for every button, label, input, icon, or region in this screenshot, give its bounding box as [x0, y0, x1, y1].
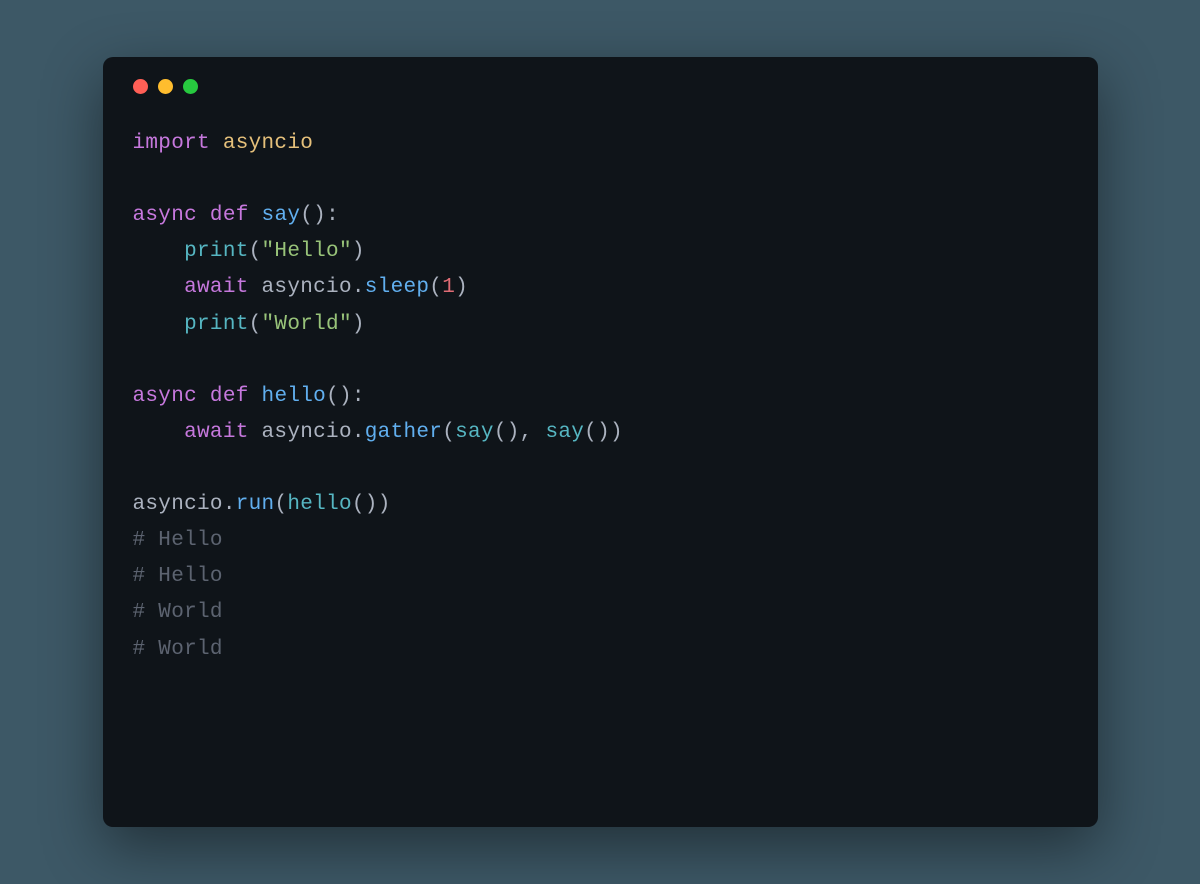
- colon: :: [326, 204, 339, 227]
- module-asyncio: asyncio: [223, 132, 313, 155]
- window-controls: [133, 79, 1068, 94]
- string-world: "World": [262, 313, 352, 336]
- call-hello: hello: [287, 493, 352, 516]
- code-window: import asyncio async def say(): print("H…: [103, 57, 1098, 827]
- call-print: print: [184, 240, 249, 263]
- method-sleep: sleep: [365, 276, 430, 299]
- module-asyncio: asyncio: [262, 276, 352, 299]
- comment-line: # Hello: [133, 529, 223, 552]
- comment-line: # World: [133, 601, 223, 624]
- module-asyncio: asyncio: [133, 493, 223, 516]
- call-print: print: [184, 313, 249, 336]
- paren-open: (: [300, 204, 313, 227]
- module-asyncio: asyncio: [262, 421, 352, 444]
- keyword-def: def: [210, 385, 249, 408]
- keyword-def: def: [210, 204, 249, 227]
- comment-line: # World: [133, 638, 223, 661]
- number-1: 1: [442, 276, 455, 299]
- method-run: run: [236, 493, 275, 516]
- maximize-icon[interactable]: [183, 79, 198, 94]
- keyword-await: await: [184, 276, 249, 299]
- call-say: say: [455, 421, 494, 444]
- minimize-icon[interactable]: [158, 79, 173, 94]
- comma: ,: [520, 421, 546, 444]
- paren-close: ): [313, 204, 326, 227]
- keyword-await: await: [184, 421, 249, 444]
- function-hello: hello: [262, 385, 327, 408]
- code-block: import asyncio async def say(): print("H…: [133, 126, 1068, 668]
- keyword-async: async: [133, 204, 198, 227]
- comment-line: # Hello: [133, 565, 223, 588]
- keyword-async: async: [133, 385, 198, 408]
- function-say: say: [262, 204, 301, 227]
- keyword-import: import: [133, 132, 210, 155]
- call-say: say: [545, 421, 584, 444]
- method-gather: gather: [365, 421, 442, 444]
- close-icon[interactable]: [133, 79, 148, 94]
- string-hello: "Hello": [262, 240, 352, 263]
